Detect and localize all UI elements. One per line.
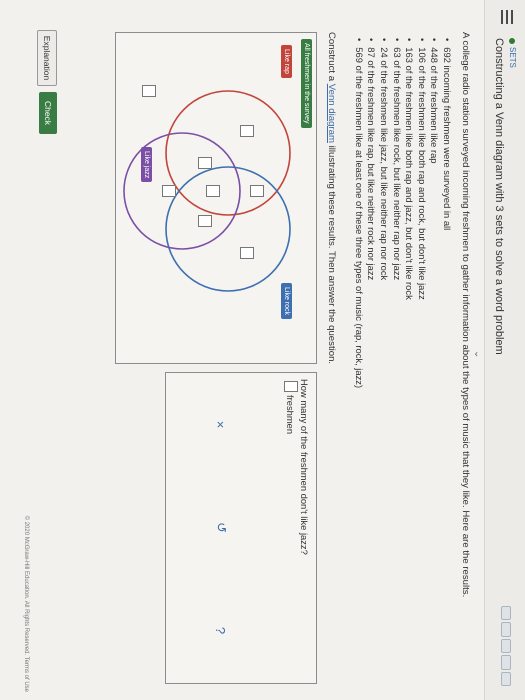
rock-set-label: Like rock (281, 283, 292, 320)
progress-bar (501, 606, 511, 687)
check-button[interactable]: Check (39, 92, 57, 134)
construct-suffix: illustrating these results. Then answer … (326, 142, 337, 365)
fact-item: 63 of the freshmen like rock, but like n… (390, 38, 403, 388)
question-panel: How many of the freshmen don't like jazz… (165, 372, 317, 684)
fact-item: 24 of the freshmen like jazz, but like n… (377, 38, 390, 388)
region-all-three-input[interactable] (206, 185, 220, 197)
construct-instruction: Construct a Venn diagram illustrating th… (326, 32, 337, 364)
answer-toolbar: × ↺ ? (206, 373, 236, 682)
explanation-button[interactable]: Explanation (37, 30, 57, 86)
question-text: How many of the freshmen don't like jazz… (299, 379, 310, 555)
universe-label: All freshmen in the survey (301, 39, 312, 128)
region-rap-only-input[interactable] (240, 125, 254, 137)
answer-input[interactable] (284, 381, 298, 392)
footer: Explanation Check © 2020 McGraw-Hill Edu… (0, 0, 65, 700)
region-none-input[interactable] (142, 85, 156, 97)
fact-item: 87 of the freshmen like rap, but like ne… (365, 38, 377, 388)
region-rock-jazz-input[interactable] (198, 215, 212, 227)
answer-unit: freshmen (285, 395, 296, 435)
jazz-set-label: Like jazz (141, 147, 152, 183)
page-title: Constructing a Venn diagram with 3 sets … (493, 38, 505, 355)
fact-item: 448 of the freshmen like rap (428, 38, 440, 388)
fact-item: 106 of the freshmen like both rap and ro… (415, 38, 428, 388)
region-rap-jazz-input[interactable] (198, 157, 212, 169)
fact-item: 163 of the freshmen like both rap and ja… (403, 38, 415, 388)
collapse-chevron-icon[interactable]: ⌄ (472, 350, 483, 358)
region-rock-only-input[interactable] (240, 247, 254, 259)
rap-set-label: Like rap (281, 45, 292, 78)
venn-diagram: All freshmen in the survey Like rap Like… (115, 32, 317, 364)
topic-tag: SETS (508, 38, 517, 68)
construct-prefix: Construct a (326, 32, 337, 84)
copyright-text: © 2020 McGraw-Hill Education. All Rights… (23, 515, 29, 692)
fact-item: 569 of the freshmen like at least one of… (352, 38, 365, 388)
problem-intro: A college radio station surveyed incomin… (460, 32, 471, 598)
region-jazz-only-input[interactable] (162, 185, 176, 197)
top-bar: SETS Constructing a Venn diagram with 3 … (484, 0, 525, 700)
clear-icon[interactable]: × (214, 410, 229, 440)
status-dot-icon (509, 38, 516, 44)
region-rap-rock-input[interactable] (250, 185, 264, 197)
facts-list: 692 incoming freshmen were surveyed in a… (352, 38, 453, 388)
undo-icon[interactable]: ↺ (213, 513, 229, 543)
fact-item: 692 incoming freshmen were surveyed in a… (440, 38, 453, 388)
venn-diagram-link[interactable]: Venn diagram (326, 84, 337, 143)
help-icon[interactable]: ? (214, 616, 229, 646)
circle-rap (165, 90, 291, 216)
assessment-page: SETS Constructing a Venn diagram with 3 … (0, 0, 525, 700)
topic-tag-label: SETS (508, 47, 517, 68)
menu-icon[interactable] (501, 10, 513, 24)
circle-rock (165, 166, 291, 292)
